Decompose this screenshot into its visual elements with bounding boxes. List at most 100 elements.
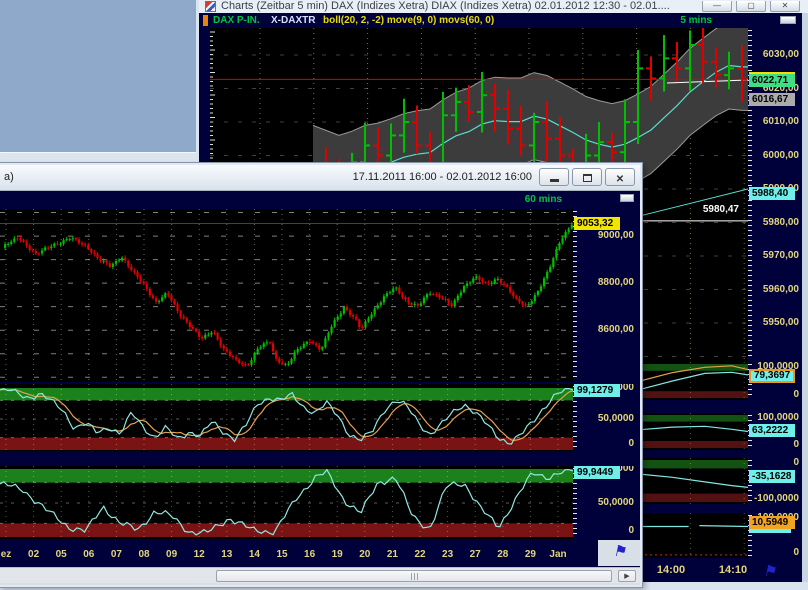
legend-indicators: boll(20, 2, -2) move(9, 0) movs(60, 0) — [323, 15, 494, 26]
time-label: 02 — [28, 549, 39, 560]
price-label: 8800,00 — [598, 277, 634, 288]
charts-window-titlebar[interactable]: Charts (Zeitbar 5 min) DAX (Indizes Xetr… — [199, 0, 808, 13]
time-label: 08 — [138, 549, 149, 560]
charts-window-title: Charts (Zeitbar 5 min) DAX (Indizes Xetr… — [221, 0, 670, 13]
price-level-label: 5980,47 — [654, 204, 739, 215]
time-label: 05 — [56, 549, 67, 560]
price-label: 9000,00 — [598, 230, 634, 241]
price-label: 5980,00 — [763, 217, 799, 228]
time-label: 29 — [525, 549, 536, 560]
indicator-axis-4: 100,0000010,5949 — [748, 513, 805, 558]
secondary-value-sliver — [749, 529, 791, 533]
flag-button-area: ⚑ — [598, 540, 640, 566]
right-scroll-strip[interactable] — [802, 13, 808, 582]
price-label: 5970,00 — [763, 250, 799, 261]
oscillator-plot-1 — [0, 384, 573, 451]
price-label: 6000,00 — [763, 150, 799, 161]
time-axis-60min: ez02050607080912131415161920212223272829… — [0, 544, 598, 566]
oscillator-axis-2: 100,0000 50,0000 0 99,9449 — [573, 466, 640, 539]
scale-label: 50,0000 — [598, 413, 634, 424]
instrument-color-marker — [203, 15, 208, 26]
time-label: 14:00 — [657, 564, 685, 576]
app-icon — [205, 1, 216, 12]
last-price-badge: 9053,32 — [574, 217, 620, 230]
indicator-value-badge: 79,3697 — [749, 369, 795, 383]
scale-label: 0 — [793, 547, 799, 558]
indicator-axis-2: 100,0000 0 63,2222 — [748, 413, 805, 450]
scale-label: 50,0000 — [598, 497, 634, 508]
time-label: 14:10 — [719, 564, 747, 576]
window-title-fragment: a) — [4, 171, 14, 183]
background-panel — [0, 0, 198, 152]
timeframe-label-60min: 60 mins — [525, 194, 562, 205]
scrollbar-right-arrow[interactable]: ▶ — [618, 570, 636, 582]
price-label: 5950,00 — [763, 317, 799, 328]
scrollbar-thumb[interactable] — [216, 570, 612, 582]
restore-icon — [583, 174, 592, 182]
flag-icon[interactable]: ⚑ — [612, 542, 629, 560]
axis-scroll-button[interactable] — [620, 194, 634, 202]
price-badge: 5988,40 — [749, 187, 795, 200]
scale-label: 0 — [628, 525, 634, 536]
time-label: Jan — [549, 549, 566, 560]
time-label: 12 — [194, 549, 205, 560]
time-label: 28 — [497, 549, 508, 560]
chart-window-titlebar[interactable]: a) 17.11.2011 16:00 - 02.01.2012 16:00 ✕ — [0, 165, 640, 191]
time-label: 23 — [442, 549, 453, 560]
desktop: Charts (Zeitbar 5 min) DAX (Indizes Xetr… — [0, 0, 808, 590]
indicator-value-badge: 63,2222 — [749, 424, 795, 437]
restore-button[interactable] — [572, 168, 602, 186]
scale-label: 0 — [793, 458, 799, 468]
close-button[interactable]: ✕ — [770, 1, 800, 12]
chart-legend-bar: DAX P-IN. X-DAXTR boll(20, 2, -2) move(9… — [199, 13, 808, 28]
indicator-axis-1: 100,0000079,3697 — [748, 362, 805, 400]
time-label: 22 — [414, 549, 425, 560]
axis-scroll-button[interactable] — [780, 16, 796, 24]
oscillator-plot-2 — [0, 466, 573, 539]
date-range-label: 17.11.2011 16:00 - 02.01.2012 16:00 — [353, 171, 532, 183]
window-bottom-frame — [0, 583, 640, 585]
legend-instrument: DAX P-IN. — [213, 15, 260, 26]
close-button[interactable]: ✕ — [605, 168, 635, 186]
price-label: 6030,00 — [763, 49, 799, 60]
scale-label: 0 — [793, 439, 799, 450]
price-axis-5min: 6030,006020,006010,006000,005990,005980,… — [748, 28, 805, 362]
minimize-button[interactable]: — — [702, 1, 732, 12]
time-label: 13 — [221, 549, 232, 560]
candle-plot-60min — [0, 209, 573, 382]
time-label: 07 — [111, 549, 122, 560]
indicator-axis-3: 0-100,0000-35,1628 — [748, 458, 805, 504]
scale-label: 0 — [628, 438, 634, 449]
horizontal-scrollbar[interactable]: ▶ — [0, 567, 640, 583]
chart-window-60min: a) 17.11.2011 16:00 - 02.01.2012 16:00 ✕… — [0, 163, 642, 587]
time-label: 19 — [332, 549, 343, 560]
time-label: ez — [1, 549, 12, 560]
flag-icon[interactable]: ⚑ — [762, 562, 779, 580]
close-icon: ✕ — [616, 174, 624, 185]
indicator-value-badge: 10,5949 — [749, 516, 795, 529]
background-panel-edge — [0, 152, 198, 163]
price-badge: 6022,71 — [749, 72, 795, 87]
time-label: 16 — [304, 549, 315, 560]
price-badge: 6016,67 — [749, 93, 795, 106]
maximize-button[interactable]: ▢ — [736, 1, 766, 12]
price-label: 5960,00 — [763, 284, 799, 295]
oscillator-panel-2: 100,0000 50,0000 0 99,9449 — [0, 466, 640, 539]
indicator-value-badge: -35,1628 — [749, 470, 795, 483]
time-label: 20 — [359, 549, 370, 560]
legend-instrument2: X-DAXTR — [271, 15, 315, 26]
oscillator-value-badge: 99,9449 — [574, 466, 620, 479]
minimize-icon — [550, 179, 559, 182]
price-label: 6010,00 — [763, 116, 799, 127]
timeframe-label-5min: 5 mins — [680, 15, 712, 26]
price-label: 8600,00 — [598, 324, 634, 335]
price-axis-60min: 9000,00 8800,00 8600,00 9053,32 — [573, 209, 640, 382]
time-label: 14 — [249, 549, 260, 560]
time-label: 09 — [166, 549, 177, 560]
scale-label: 100,0000 — [757, 413, 799, 423]
oscillator-panel-1: 100,0000 50,0000 0 99,1279 — [0, 384, 640, 451]
oscillator-axis-1: 100,0000 50,0000 0 99,1279 — [573, 384, 640, 451]
main-chart-60min: 9000,00 8800,00 8600,00 9053,32 — [0, 209, 640, 382]
scale-label: 0 — [793, 389, 799, 400]
minimize-button[interactable] — [539, 168, 569, 186]
